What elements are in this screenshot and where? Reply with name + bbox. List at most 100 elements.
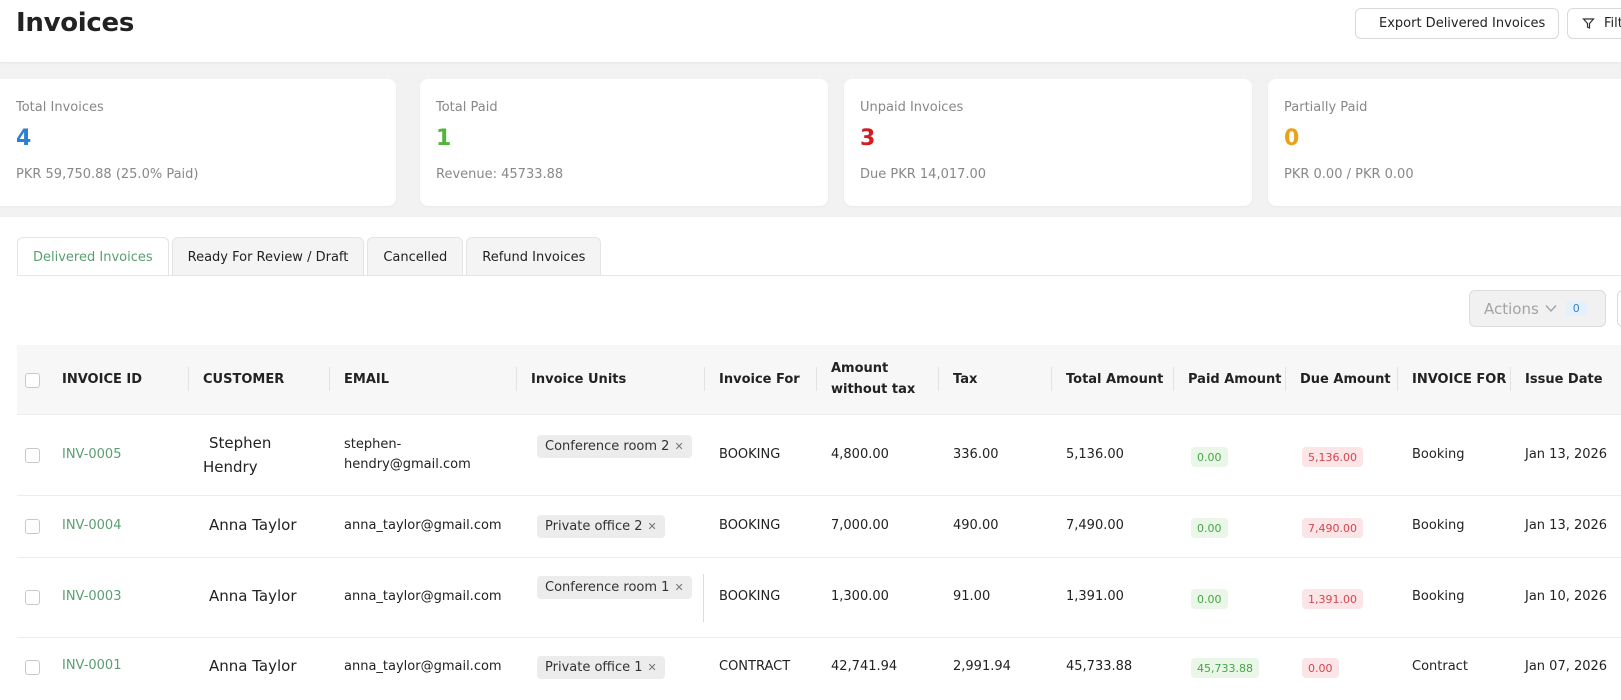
- column-header-tax[interactable]: Tax: [953, 369, 977, 390]
- table-row[interactable]: INV-0003 Anna Taylor anna_taylor@gmail.c…: [17, 559, 1621, 638]
- tab-refund-invoices[interactable]: Refund Invoices: [466, 237, 602, 276]
- column-header-customer[interactable]: CUSTOMER: [203, 369, 284, 390]
- amount-without-tax-value: 1,300.00: [831, 589, 889, 604]
- due-amount-badge: 5,136.00: [1302, 447, 1363, 467]
- customer-name: Anna Taylor: [209, 657, 297, 675]
- invoice-unit-label: Conference room 2: [545, 439, 670, 454]
- column-header-email[interactable]: EMAIL: [344, 369, 389, 390]
- invoices-panel: Delivered Invoices Ready For Review / Dr…: [0, 217, 1621, 700]
- invoice-unit-label: Private office 2: [545, 519, 643, 534]
- total-amount-value: 1,391.00: [1066, 589, 1124, 604]
- tab-delivered-invoices[interactable]: Delivered Invoices: [17, 237, 169, 276]
- tabs-divider: [17, 275, 1621, 276]
- due-amount-badge: 0.00: [1302, 658, 1339, 678]
- stat-subtext: PKR 0.00 / PKR 0.00: [1284, 167, 1414, 182]
- actions-dropdown[interactable]: Actions 0: [1469, 290, 1606, 327]
- close-icon[interactable]: ✕: [674, 440, 683, 453]
- stat-card-partially-paid: Partially Paid 0 PKR 0.00 / PKR 0.00: [1268, 79, 1621, 206]
- invoice-for-value: CONTRACT: [719, 659, 791, 674]
- invoice-unit-chip: Conference room 1 ✕: [537, 576, 692, 599]
- column-header-issue-date[interactable]: Issue Date: [1525, 369, 1603, 390]
- customer-name: Anna Taylor: [209, 587, 297, 605]
- stat-value: 4: [16, 126, 32, 151]
- invoice-unit-chip: Private office 1 ✕: [537, 656, 665, 679]
- invoice-unit-chip: Private office 2 ✕: [537, 515, 665, 538]
- paid-amount-badge: 0.00: [1191, 447, 1228, 467]
- stat-label: Total Paid: [436, 100, 498, 115]
- select-all-checkbox[interactable]: [25, 373, 40, 388]
- column-settings-button[interactable]: [1617, 290, 1621, 327]
- table-row[interactable]: INV-0001 Anna Taylor anna_taylor@gmail.c…: [17, 639, 1621, 700]
- chevron-down-icon: [1545, 305, 1557, 313]
- invoice-type-value: Booking: [1412, 447, 1465, 462]
- filters-button[interactable]: Filters: [1567, 8, 1621, 39]
- table-row[interactable]: INV-0005 Stephen Hendry stephen- hendry@…: [17, 416, 1621, 496]
- row-checkbox[interactable]: [25, 660, 40, 675]
- table-header: INVOICE ID CUSTOMER EMAIL Invoice Units …: [17, 345, 1621, 415]
- column-separator: [329, 367, 330, 391]
- column-header-invoice-for-type[interactable]: INVOICE FOR: [1412, 369, 1506, 390]
- customer-name: Anna Taylor: [209, 516, 297, 534]
- invoice-for-value: BOOKING: [719, 518, 781, 533]
- due-amount-badge: 7,490.00: [1302, 518, 1363, 538]
- close-icon[interactable]: ✕: [648, 520, 657, 533]
- customer-email: anna_taylor@gmail.com: [344, 659, 502, 674]
- column-header-amount-without-tax[interactable]: Amount without tax: [831, 358, 915, 400]
- column-separator: [938, 367, 939, 391]
- paid-amount-badge: 0.00: [1191, 589, 1228, 609]
- invoice-id-link[interactable]: INV-0005: [62, 447, 121, 462]
- issue-date-value: Jan 13, 2026: [1525, 518, 1608, 533]
- customer-email: anna_taylor@gmail.com: [344, 589, 502, 604]
- invoice-for-value: BOOKING: [719, 447, 781, 462]
- page-title: Invoices: [16, 8, 135, 38]
- export-delivered-invoices-button[interactable]: Export Delivered Invoices: [1355, 8, 1559, 39]
- invoice-id-link[interactable]: INV-0003: [62, 589, 121, 604]
- amount-header-line2: without tax: [831, 382, 916, 397]
- column-header-invoice-id[interactable]: INVOICE ID: [62, 369, 142, 390]
- stat-card-total-invoices: Total Invoices 4 PKR 59,750.88 (25.0% Pa…: [0, 79, 396, 206]
- due-amount-badge: 1,391.00: [1302, 589, 1363, 609]
- total-amount-value: 5,136.00: [1066, 447, 1124, 462]
- invoice-id-link[interactable]: INV-0004: [62, 518, 121, 533]
- selected-count-badge: 0: [1565, 301, 1587, 316]
- column-header-invoice-units[interactable]: Invoice Units: [531, 369, 626, 390]
- tax-value: 490.00: [953, 518, 999, 533]
- stat-label: Partially Paid: [1284, 100, 1368, 115]
- tab-ready-for-review[interactable]: Ready For Review / Draft: [171, 237, 365, 276]
- paid-amount-badge: 0.00: [1191, 518, 1228, 538]
- customer-name-line1: Stephen: [209, 434, 272, 452]
- customer-email-line2: hendry@gmail.com: [344, 457, 471, 472]
- column-header-paid-amount[interactable]: Paid Amount: [1188, 369, 1282, 390]
- amount-without-tax-value: 4,800.00: [831, 447, 889, 462]
- total-amount-value: 7,490.00: [1066, 518, 1124, 533]
- paid-amount-badge: 45,733.88: [1191, 658, 1259, 678]
- close-icon[interactable]: ✕: [674, 581, 683, 594]
- column-header-total-amount[interactable]: Total Amount: [1066, 369, 1163, 390]
- stat-subtext: Revenue: 45733.88: [436, 167, 564, 182]
- tax-value: 336.00: [953, 447, 999, 462]
- column-header-invoice-for[interactable]: Invoice For: [719, 369, 800, 390]
- invoice-type-value: Booking: [1412, 589, 1465, 604]
- tab-cancelled[interactable]: Cancelled: [367, 237, 464, 276]
- invoice-for-value: BOOKING: [719, 589, 781, 604]
- stat-value: 1: [436, 126, 452, 151]
- column-separator: [516, 367, 517, 391]
- close-icon[interactable]: ✕: [648, 661, 657, 674]
- column-separator: [816, 367, 817, 391]
- invoice-unit-label: Conference room 1: [545, 580, 670, 595]
- row-checkbox[interactable]: [25, 448, 40, 463]
- stat-card-total-paid: Total Paid 1 Revenue: 45733.88: [420, 79, 828, 206]
- column-separator: [1510, 367, 1511, 391]
- export-label: Export Delivered Invoices: [1379, 16, 1546, 31]
- invoice-unit-chip: Conference room 2 ✕: [537, 435, 692, 458]
- column-separator: [1397, 367, 1398, 391]
- row-checkbox[interactable]: [25, 519, 40, 534]
- row-checkbox[interactable]: [25, 590, 40, 605]
- stat-label: Total Invoices: [16, 100, 104, 115]
- column-header-due-amount[interactable]: Due Amount: [1300, 369, 1391, 390]
- tax-value: 2,991.94: [953, 659, 1011, 674]
- total-amount-value: 45,733.88: [1066, 659, 1133, 674]
- invoice-type-value: Contract: [1412, 659, 1468, 674]
- table-row[interactable]: INV-0004 Anna Taylor anna_taylor@gmail.c…: [17, 497, 1621, 558]
- invoice-id-link[interactable]: INV-0001: [62, 658, 121, 673]
